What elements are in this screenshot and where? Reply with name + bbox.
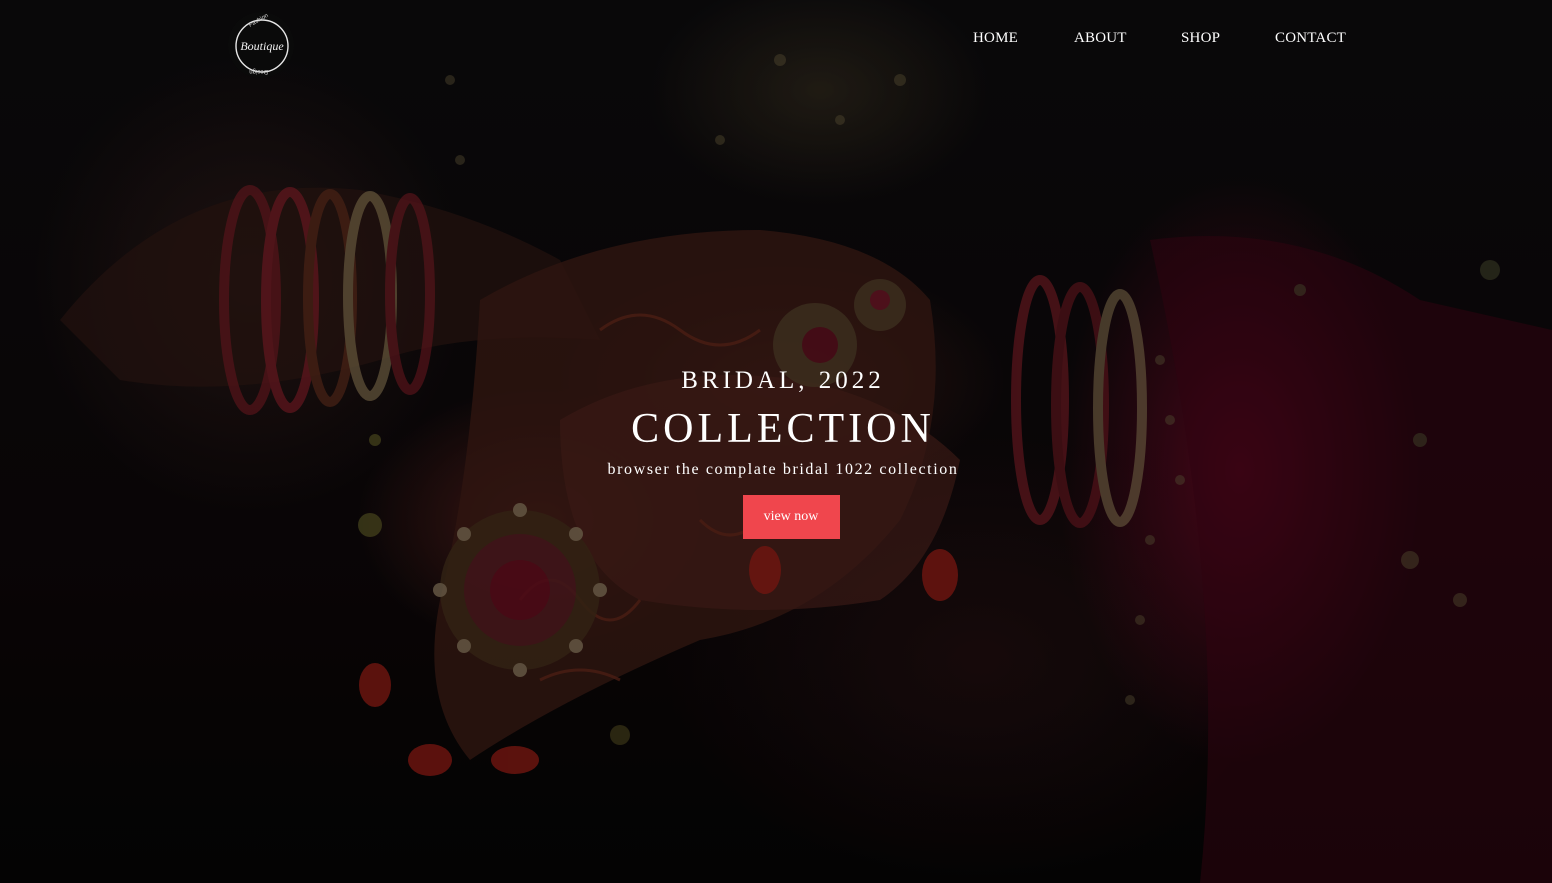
nav-item-shop[interactable]: SHOP [1181, 30, 1220, 47]
view-now-button[interactable]: view now [742, 495, 840, 539]
nav-item-contact[interactable]: CONTACT [1275, 30, 1346, 47]
nav-item-about[interactable]: ABOUT [1074, 30, 1127, 47]
main-nav: HOME ABOUT SHOP CONTACT [0, 30, 1552, 56]
hero-kicker: BRIDAL, 2022 [681, 367, 885, 394]
hero-subtitle: browser the complate bridal 1022 collect… [607, 461, 959, 478]
hero-title: COLLECTION [631, 406, 935, 452]
logo-tagline-bottom: Design [249, 68, 268, 74]
nav-item-home[interactable]: HOME [973, 30, 1018, 47]
hero-section: Boutique Fashion Design HOME ABOUT SHOP … [0, 0, 1552, 883]
hero-content: BRIDAL, 2022 COLLECTION browser the comp… [0, 365, 1552, 539]
